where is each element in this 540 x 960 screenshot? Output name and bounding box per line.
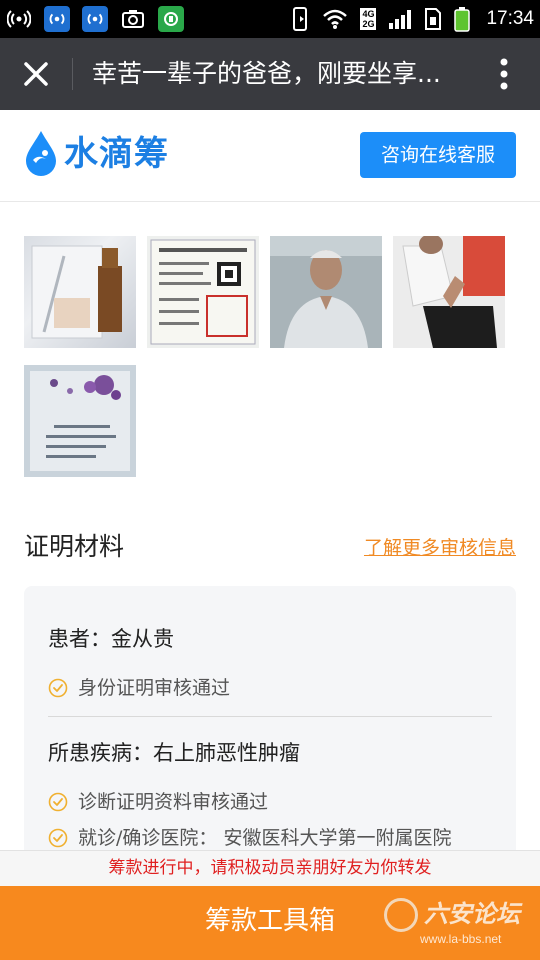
close-button[interactable] xyxy=(18,56,54,92)
status-bar-right: 4G 2G 17:34 xyxy=(292,4,534,34)
watermark-logo-icon xyxy=(384,898,418,932)
cell-signal-icon xyxy=(389,10,412,29)
sim-icon xyxy=(425,8,442,30)
patient-seated-photo[interactable] xyxy=(393,236,505,348)
watermark-text: 六安论坛 xyxy=(424,899,520,928)
more-review-info-link[interactable]: 了解更多审核信息 xyxy=(364,535,516,561)
forum-watermark: 六安论坛 www.la-bbs.net xyxy=(384,892,532,954)
identity-check-text: 身份证明审核通过 xyxy=(78,677,231,699)
medicine-bottle-photo[interactable] xyxy=(24,236,136,348)
signal-antenna-icon xyxy=(6,6,32,32)
check-circle-icon xyxy=(48,828,68,848)
status-bar: 4G 2G 17:34 xyxy=(0,0,540,38)
patient-name: 患者：金从贵 xyxy=(48,627,174,651)
clock: 17:34 xyxy=(486,8,534,29)
medical-record-photo-art xyxy=(147,236,259,348)
network-type: 4G 2G xyxy=(360,8,377,30)
diagnosis-check-text: 诊断证明资料审核通过 xyxy=(78,791,269,813)
consult-online-service-button[interactable]: 咨询在线客服 xyxy=(360,132,516,178)
identity-check-row: 身份证明审核通过 xyxy=(48,674,230,702)
water-drop-logo-icon xyxy=(26,131,56,176)
fundraising-notice: 筹款进行中，请积极动员亲朋好友为你转发 xyxy=(0,850,540,886)
more-menu-button[interactable] xyxy=(488,56,520,92)
more-vertical-icon xyxy=(500,58,508,90)
title-divider xyxy=(72,58,73,90)
hospital-check-row: 就诊/确诊医院： 安徽医科大学第一附属医院 xyxy=(48,824,451,852)
battery-icon xyxy=(454,7,471,32)
footer-bar: 筹款工具箱 六安论坛 www.la-bbs.net xyxy=(0,886,540,960)
network-label-2g: 2G xyxy=(362,19,375,29)
camera-icon xyxy=(120,6,146,32)
medical-record-photo[interactable] xyxy=(147,236,259,348)
disease-label: 所患疾病：右上肺恶性肿瘤 xyxy=(48,741,300,765)
brand-name: 水滴筹 xyxy=(64,134,169,174)
hospital-check-text: 就诊/确诊医院： 安徽医科大学第一附属医院 xyxy=(78,827,452,849)
card-divider xyxy=(48,716,492,717)
watermark-url: www.la-bbs.net xyxy=(420,932,502,946)
signal-antenna-blue-icon xyxy=(44,6,70,32)
lab-report-photo-art xyxy=(24,365,136,477)
proof-card: 患者：金从贵 身份证明审核通过 所患疾病：右上肺恶性肿瘤 诊断证明资料审核通过 … xyxy=(24,586,516,886)
close-icon xyxy=(24,62,48,86)
proof-section-title: 证明材料 xyxy=(24,532,125,561)
title-bar: 幸苦一辈子的爸爸，刚要坐享... xyxy=(0,38,540,110)
patient-portrait-photo[interactable] xyxy=(270,236,382,348)
status-bar-left xyxy=(6,6,184,32)
lab-report-photo[interactable] xyxy=(24,365,136,477)
wifi-icon xyxy=(323,9,348,29)
signal-antenna-blue-icon xyxy=(82,6,108,32)
app-green-icon xyxy=(158,6,184,32)
check-circle-icon xyxy=(48,678,68,698)
diagnosis-check-row: 诊断证明资料审核通过 xyxy=(48,788,268,816)
patient-portrait-photo-art xyxy=(270,236,382,348)
medicine-bottle-photo-art xyxy=(31,245,122,339)
network-label-4g: 4G xyxy=(362,9,375,19)
patient-seated-photo-art xyxy=(393,236,505,348)
page-title: 幸苦一辈子的爸爸，刚要坐享... xyxy=(92,59,441,88)
phone-vibrate-icon xyxy=(293,7,308,31)
brand-header: 水滴筹 咨询在线客服 xyxy=(0,110,540,202)
check-circle-icon xyxy=(48,792,68,812)
